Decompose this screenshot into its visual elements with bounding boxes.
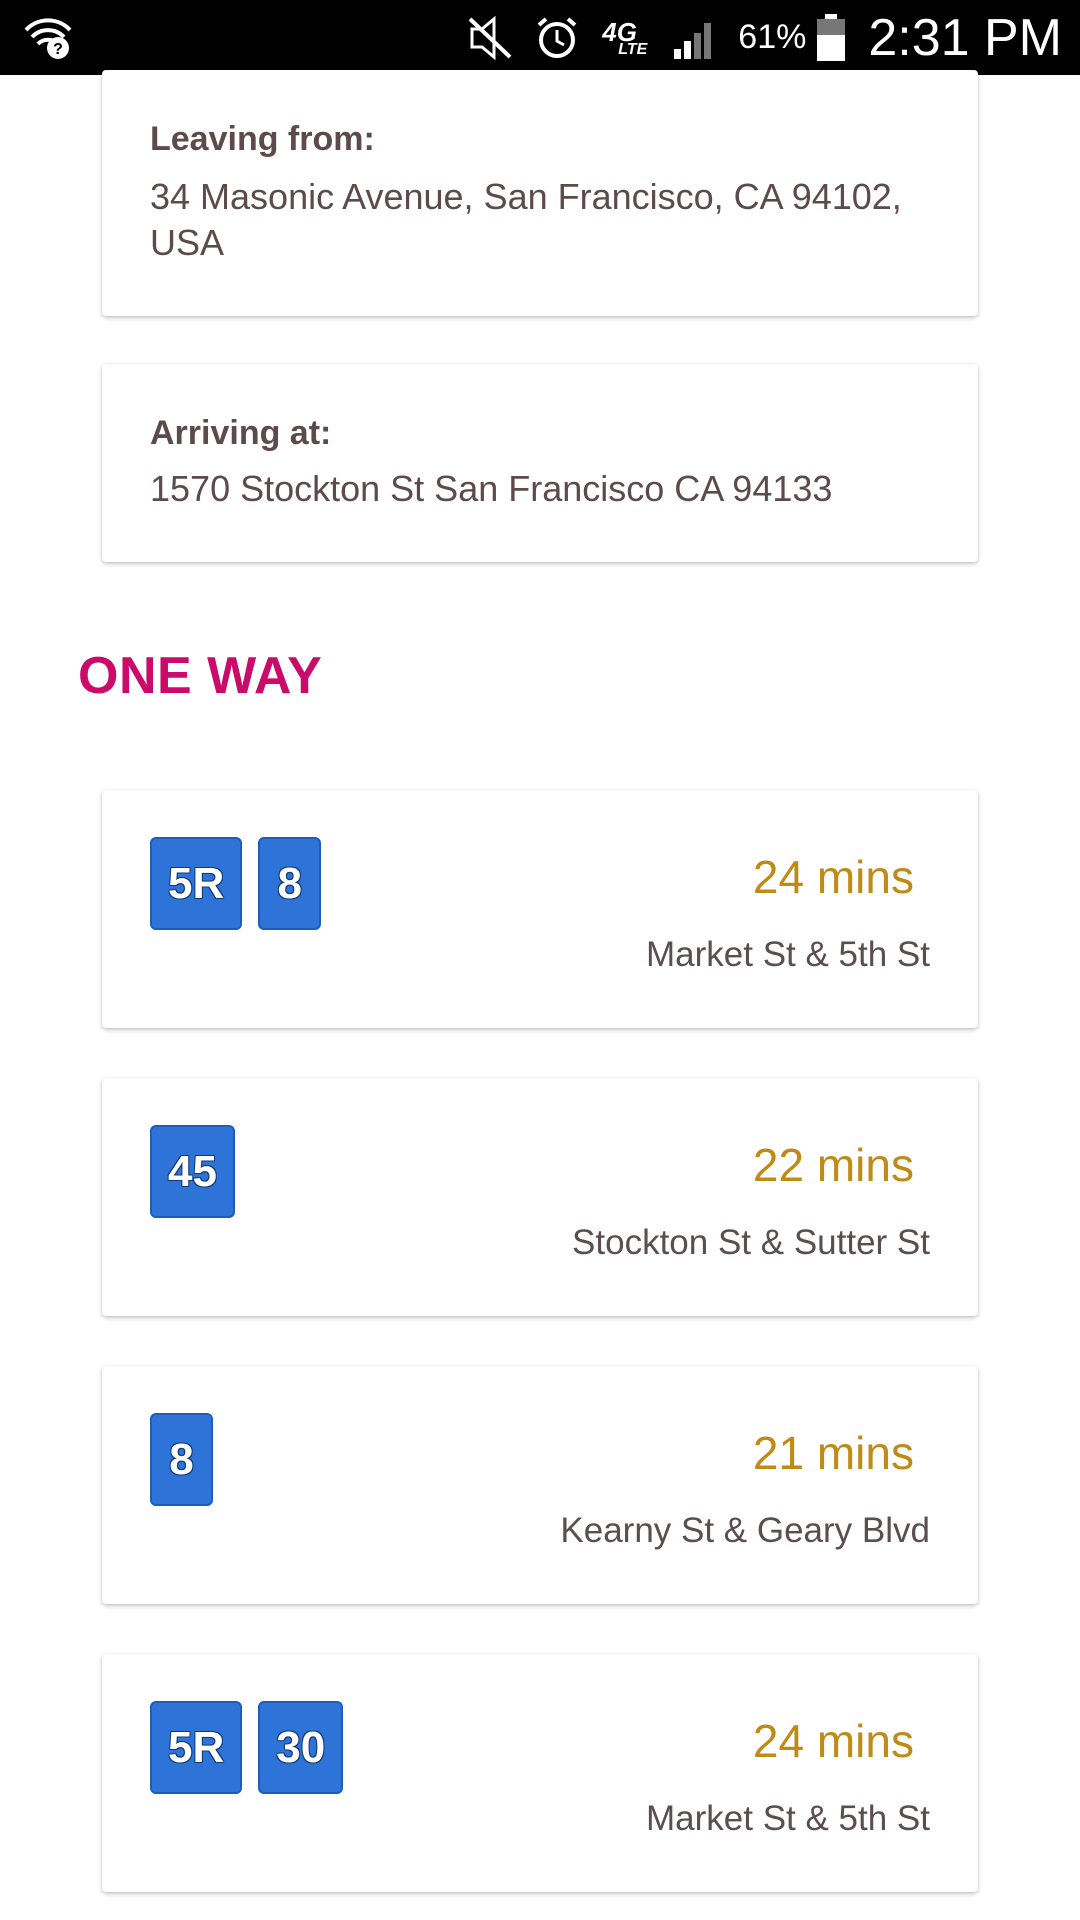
route-stop: Stockton St & Sutter St [572, 1223, 930, 1262]
route-stop: Kearny St & Geary Blvd [560, 1511, 930, 1550]
origin-card[interactable]: Leaving from: 34 Masonic Avenue, San Fra… [102, 70, 978, 316]
destination-card[interactable]: Arriving at: 1570 Stockton St San Franci… [102, 364, 978, 562]
route-line-badge: 5R [150, 837, 243, 930]
route-lines: 5R 8 [150, 837, 337, 930]
alarm-icon [537, 16, 577, 58]
wifi-question-icon: ? [24, 18, 72, 59]
status-bar: ? 4G LTE 61% 2:31 PM [0, 0, 1080, 75]
route-card[interactable]: 5R 8 24 mins Market St & 5th St [102, 790, 978, 1028]
battery-percent: 61% [738, 18, 807, 56]
status-icons: 4G LTE 61% 2:31 PM [466, 0, 1062, 75]
route-card[interactable]: 45 22 mins Stockton St & Sutter St [102, 1078, 978, 1316]
route-line-badge: 30 [258, 1701, 344, 1794]
signal-icon [674, 22, 712, 59]
route-lines: 5R 30 [150, 1701, 359, 1794]
route-line-badge: 8 [258, 837, 322, 930]
svg-text:?: ? [53, 41, 63, 58]
lte-icon: 4G LTE [600, 15, 658, 61]
route-line-badge: 45 [150, 1125, 235, 1218]
origin-label: Leaving from: [150, 120, 375, 158]
destination-label: Arriving at: [150, 414, 332, 452]
route-card[interactable]: 8 21 mins Kearny St & Geary Blvd [102, 1366, 978, 1604]
destination-address: 1570 Stockton St San Francisco CA 94133 [150, 468, 833, 509]
route-lines: 45 [150, 1125, 251, 1218]
network-sub-label: LTE [618, 40, 648, 58]
route-duration: 24 mins [752, 851, 914, 903]
route-stop: Market St & 5th St [646, 1799, 930, 1838]
route-duration: 22 mins [752, 1139, 914, 1191]
route-duration: 21 mins [752, 1427, 914, 1479]
route-duration: 24 mins [752, 1715, 914, 1767]
battery-icon [817, 13, 846, 61]
route-line-badge: 8 [150, 1413, 213, 1506]
route-card[interactable]: 5R 30 24 mins Market St & 5th St [102, 1654, 978, 1892]
route-lines: 8 [150, 1413, 229, 1506]
route-line-badge: 5R [150, 1701, 243, 1794]
clock: 2:31 PM [868, 8, 1062, 67]
section-title: ONE WAY [78, 647, 323, 705]
mute-vibrate-icon [468, 15, 512, 60]
origin-address: 34 Masonic Avenue, San Francisco, CA 941… [150, 176, 902, 263]
route-stop: Market St & 5th St [646, 935, 930, 974]
